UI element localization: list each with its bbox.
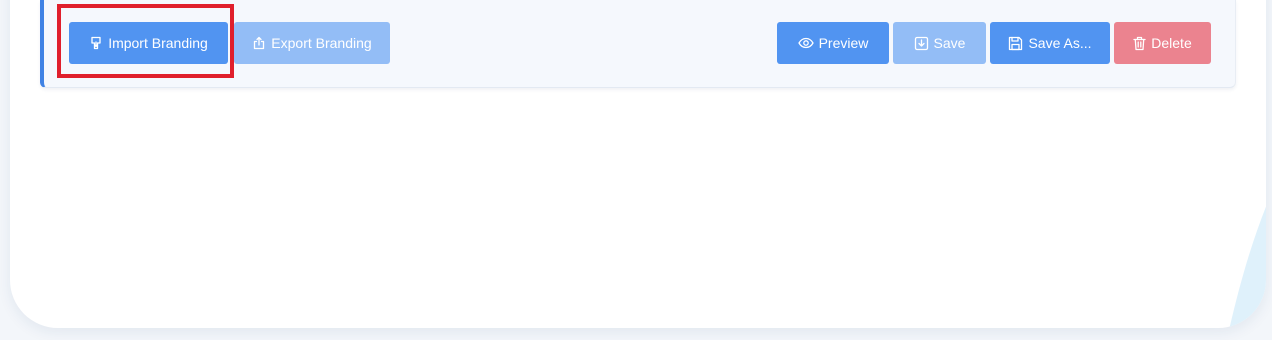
preview-label: Preview <box>818 35 869 51</box>
export-branding-label: Export Branding <box>271 35 372 51</box>
save-label: Save <box>933 35 966 51</box>
import-icon <box>91 36 101 50</box>
preview-button[interactable]: Preview <box>777 22 889 64</box>
import-branding-label: Import Branding <box>108 35 208 51</box>
delete-label: Delete <box>1151 35 1192 51</box>
export-icon <box>254 36 265 50</box>
decorative-wave <box>1229 206 1266 328</box>
export-branding-button[interactable]: Export Branding <box>234 22 390 64</box>
delete-button[interactable]: Delete <box>1114 22 1211 64</box>
save-as-button[interactable]: Save As... <box>990 22 1110 64</box>
trash-icon <box>1133 36 1146 50</box>
save-icon <box>914 36 928 50</box>
save-button[interactable]: Save <box>893 22 986 64</box>
page: Import Branding Export Branding Preview … <box>0 0 1272 340</box>
eye-icon <box>797 37 814 49</box>
branding-toolbar: Import Branding Export Branding Preview … <box>40 0 1236 88</box>
import-branding-button[interactable]: Import Branding <box>69 22 228 64</box>
save-as-label: Save As... <box>1028 35 1092 51</box>
floppy-disk-icon <box>1009 36 1023 50</box>
